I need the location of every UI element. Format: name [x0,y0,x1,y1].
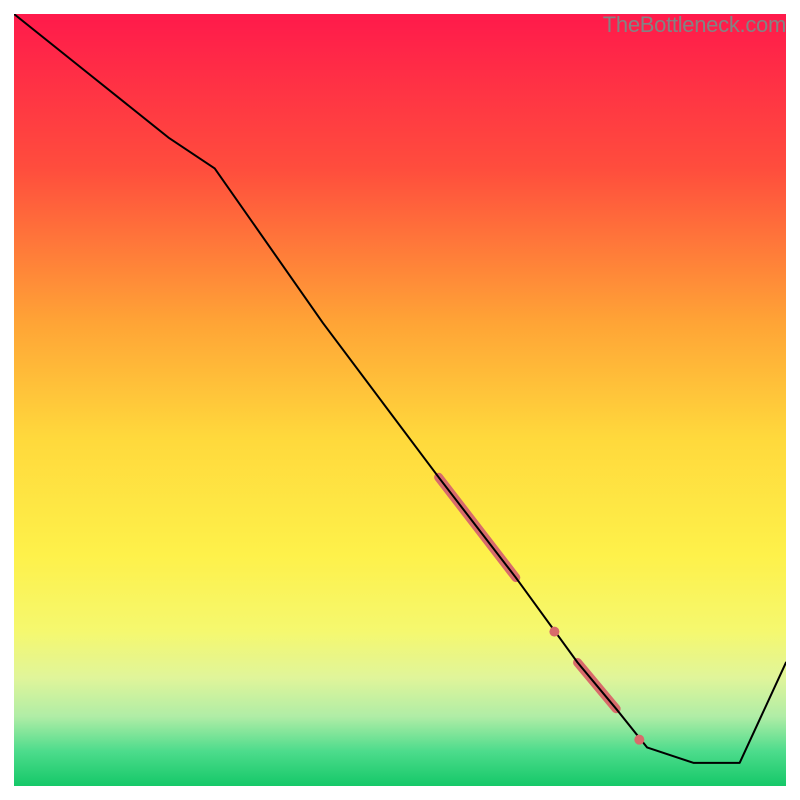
bottleneck-curve [14,14,786,763]
watermark-label: TheBottleneck.com [603,12,786,38]
highlight-dot [549,627,559,637]
highlight-dot [634,735,644,745]
chart-container: TheBottleneck.com [0,0,800,800]
plot-area: TheBottleneck.com [14,14,786,786]
chart-line-layer [14,14,786,786]
